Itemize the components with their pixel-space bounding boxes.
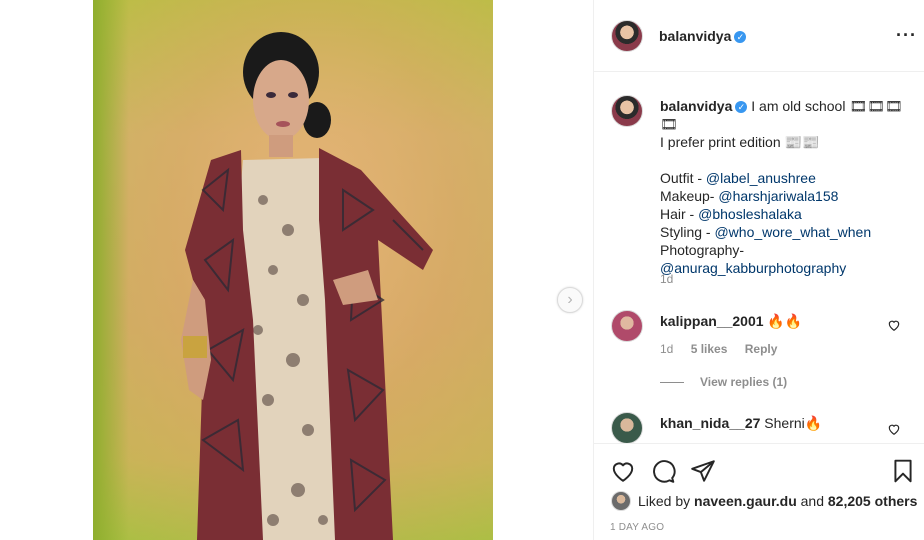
credit-hair-label: Hair -: [660, 206, 699, 222]
comments-section[interactable]: balanvidya ✓ I am old school 🎞🎞🎞🎞 I prefe…: [594, 73, 924, 443]
author-username-text[interactable]: balanvidya: [659, 28, 731, 44]
comment-body: khan_nida__27 Sherni🔥: [660, 414, 880, 432]
comment-age[interactable]: 1d: [660, 342, 673, 356]
post-photo[interactable]: [93, 0, 493, 540]
comment-bubble-icon[interactable]: [650, 458, 676, 484]
view-replies-button[interactable]: View replies (1): [660, 375, 787, 389]
bookmark-icon[interactable]: [890, 458, 916, 484]
post-timestamp[interactable]: 1 DAY AGO: [610, 522, 664, 533]
author-username[interactable]: balanvidya ✓: [659, 28, 747, 44]
commenter-avatar[interactable]: [611, 412, 643, 443]
post-side-panel: balanvidya ✓ ··· balanvidya ✓ I am old sch…: [593, 0, 924, 540]
liked-middle: and: [796, 493, 828, 509]
mention-link[interactable]: @label_anushree: [706, 170, 816, 186]
reply-button[interactable]: Reply: [745, 342, 778, 356]
liked-prefix: Liked by: [638, 493, 695, 509]
caption-username[interactable]: balanvidya: [660, 98, 732, 114]
mention-link[interactable]: @anurag_kabburphotography: [660, 260, 846, 276]
comment-text: 🔥🔥: [767, 313, 803, 329]
mention-link[interactable]: @bhosleshalaka: [698, 206, 802, 222]
post-actions: Liked by naveen.gaur.du and 82,205 other…: [594, 443, 924, 540]
liker-avatar[interactable]: [611, 491, 631, 511]
caption-age[interactable]: 1d: [660, 272, 673, 286]
comment-username[interactable]: kalippan__2001: [660, 313, 764, 329]
comment-like-heart-icon[interactable]: [887, 318, 901, 332]
caption-line-2: I prefer print edition 📰📰: [660, 134, 820, 150]
credit-makeup-label: Makeup-: [660, 188, 719, 204]
mention-link[interactable]: @harshjariwala158: [718, 188, 838, 204]
author-avatar[interactable]: [611, 20, 643, 52]
heart-icon[interactable]: [610, 458, 636, 484]
view-replies-label: View replies (1): [700, 375, 788, 389]
commenter-avatar[interactable]: [611, 310, 643, 342]
verified-badge-icon: ✓: [735, 101, 748, 114]
next-photo-button[interactable]: ›: [557, 287, 583, 313]
next-chevron-icon: ›: [567, 291, 573, 308]
liker-username[interactable]: naveen.gaur.du: [694, 493, 797, 509]
credit-styling-label: Styling -: [660, 224, 715, 240]
caption-author-avatar[interactable]: [611, 95, 643, 127]
replies-divider-line: [660, 382, 684, 384]
comment-body: kalippan__2001 🔥🔥: [660, 312, 880, 330]
credit-outfit-label: Outfit -: [660, 170, 706, 186]
more-options-icon[interactable]: ···: [896, 26, 917, 44]
credit-photography-label: Photography-: [660, 242, 745, 258]
comment-meta: 1d 5 likes Reply: [660, 342, 777, 356]
comment-like-heart-icon[interactable]: [887, 422, 901, 436]
comment-likes[interactable]: 5 likes: [691, 342, 728, 356]
mention-link[interactable]: @who_wore_what_when: [714, 224, 871, 240]
comment-text: Sherni🔥: [764, 415, 823, 431]
verified-badge-icon: ✓: [734, 31, 747, 44]
liked-by-text: Liked by naveen.gaur.du and 82,205 other…: [638, 493, 917, 509]
post-header: balanvidya ✓ ···: [594, 0, 924, 72]
woman-figure-illustration: [181, 32, 433, 540]
paper-plane-icon[interactable]: [690, 458, 716, 484]
comment-username[interactable]: khan_nida__27: [660, 415, 760, 431]
post-caption: balanvidya ✓ I am old school 🎞🎞🎞🎞 I prefe…: [660, 97, 910, 277]
likes-count[interactable]: 82,205 others: [828, 493, 918, 509]
instagram-post-page: › balanvidya ✓ ··· balanvidya ✓ I am old s…: [0, 0, 924, 540]
